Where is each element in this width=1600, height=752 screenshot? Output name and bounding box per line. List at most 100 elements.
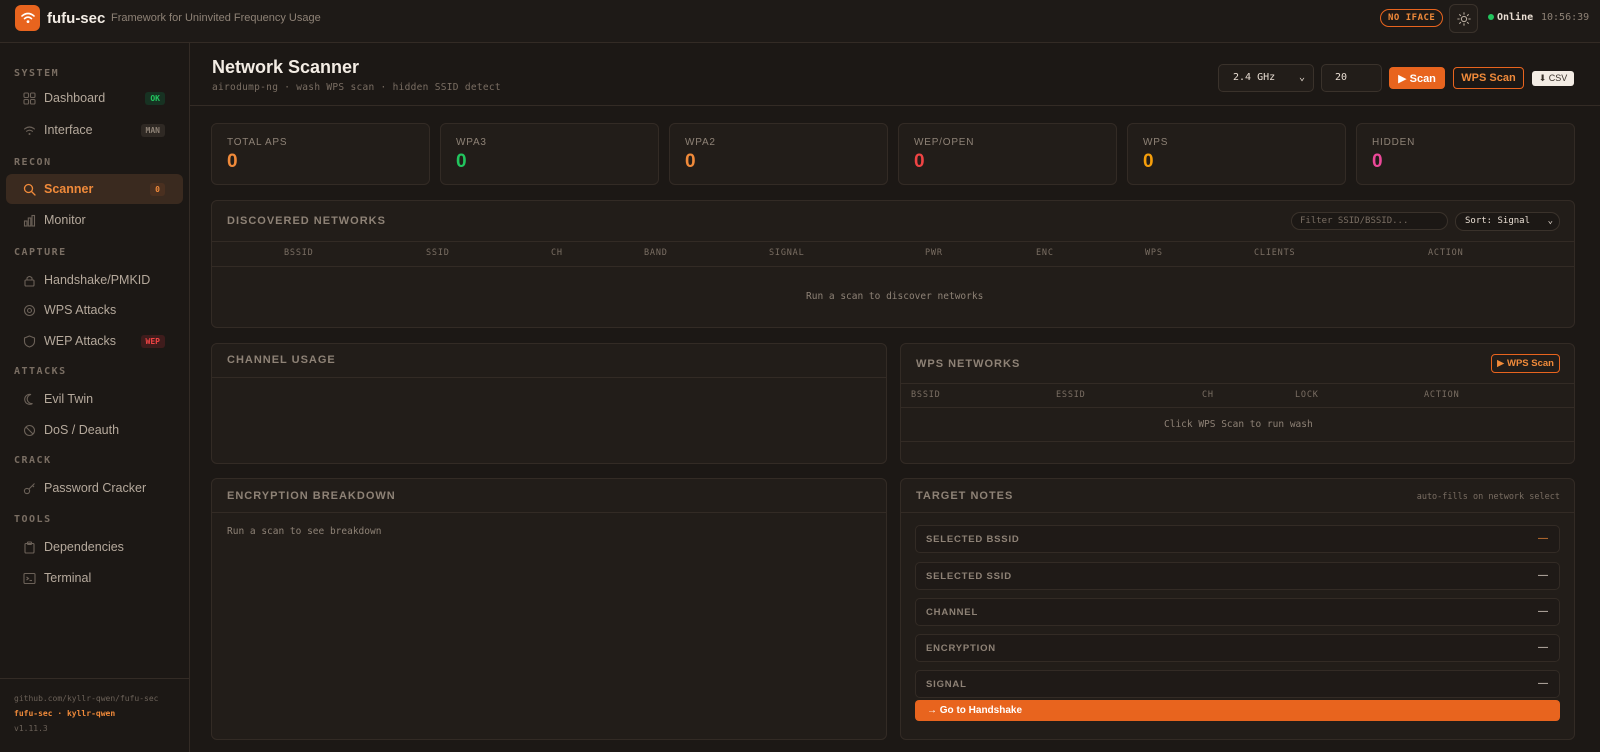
sidebar-item-monitor[interactable]: Monitor (6, 205, 183, 235)
stat-card-wpa3: WPA3 0 (440, 123, 659, 185)
column-header-signal[interactable]: SIGNAL (769, 248, 805, 258)
credit-text: fufu-sec · kyllr-qwen (14, 709, 116, 718)
note-value: — (1538, 533, 1548, 544)
sidebar-item-label: Interface (44, 123, 93, 137)
column-header-ch[interactable]: CH (551, 248, 563, 258)
sidebar-item-scanner[interactable]: Scanner 0 (6, 174, 183, 204)
sidebar-item-label: Terminal (44, 571, 92, 585)
moon-icon (22, 392, 36, 406)
note-label: ENCRYPTION (926, 643, 996, 654)
column-header-band[interactable]: BAND (644, 248, 668, 258)
stat-card-hidden: HIDDEN 0 (1356, 123, 1575, 185)
column-header-action: ACTION (1428, 248, 1464, 258)
section-label-attacks: ATTACKS (14, 366, 67, 377)
app-name: fufu-sec (47, 10, 106, 27)
panel-title: DISCOVERED NETWORKS (227, 215, 386, 227)
online-status-text: Online (1497, 12, 1534, 23)
sidebar: SYSTEM Dashboard OK Interface MAN RECON … (0, 43, 190, 752)
stat-value: 0 (227, 151, 238, 172)
column-header-pwr[interactable]: PWR (925, 248, 943, 258)
scan-duration-input[interactable]: 20 (1321, 64, 1382, 92)
go-to-handshake-button[interactable]: → Go to Handshake (915, 700, 1560, 721)
wps-scan-small-button[interactable]: ▶ WPS Scan (1491, 354, 1560, 373)
column-header-bssid[interactable]: BSSID (284, 248, 314, 258)
sidebar-item-handshake[interactable]: Handshake/PMKID (6, 265, 183, 295)
sidebar-item-interface[interactable]: Interface MAN (6, 115, 183, 145)
online-status-dot (1488, 14, 1494, 20)
shield-icon (22, 334, 36, 348)
ban-icon (22, 423, 36, 437)
column-header-clients[interactable]: CLIENTS (1254, 248, 1295, 258)
sidebar-item-dos-deauth[interactable]: DoS / Deauth (6, 415, 183, 445)
scan-button[interactable]: ▶ Scan (1389, 67, 1445, 89)
section-label-recon: RECON (14, 157, 52, 168)
section-label-crack: CRACK (14, 455, 52, 466)
chevron-down-icon: ⌄ (1547, 216, 1553, 226)
column-header-ch[interactable]: CH (1202, 390, 1214, 400)
note-row-selected-ssid: SELECTED SSID — (915, 562, 1560, 590)
sun-icon (1456, 11, 1471, 26)
column-header-essid[interactable]: ESSID (1056, 390, 1086, 400)
sidebar-item-evil-twin[interactable]: Evil Twin (6, 384, 183, 414)
terminal-icon (22, 571, 36, 585)
sidebar-item-password-cracker[interactable]: Password Cracker (6, 473, 183, 503)
band-select[interactable]: 2.4 GHz ⌄ (1218, 64, 1314, 92)
sidebar-item-dependencies[interactable]: Dependencies (6, 532, 183, 562)
sidebar-item-wps-attacks[interactable]: WPS Attacks (6, 295, 183, 325)
column-header-bssid[interactable]: BSSID (911, 390, 941, 400)
note-value: — (1538, 678, 1548, 689)
export-csv-button[interactable]: ⬇ CSV (1532, 71, 1574, 86)
stat-label: WPA3 (456, 137, 487, 148)
sidebar-item-wep-attacks[interactable]: WEP Attacks WEP (6, 326, 183, 356)
network-filter-input[interactable]: Filter SSID/BSSID... (1291, 212, 1448, 230)
section-label-system: SYSTEM (14, 68, 60, 79)
sidebar-item-terminal[interactable]: Terminal (6, 563, 183, 593)
grid-icon (22, 91, 36, 105)
version-text: v1.11.3 (14, 724, 48, 733)
sidebar-item-label: Dashboard (44, 91, 106, 105)
wep-badge: WEP (140, 335, 165, 348)
sort-select-value: Sort: Signal (1465, 216, 1531, 226)
wps-scan-button[interactable]: WPS Scan (1453, 67, 1524, 89)
note-label: SELECTED BSSID (926, 534, 1020, 545)
wifi-logo-icon (15, 5, 40, 31)
app-tagline: Framework for Uninvited Frequency Usage (111, 12, 321, 24)
discovered-networks-panel: DISCOVERED NETWORKS Filter SSID/BSSID...… (211, 200, 1575, 328)
theme-toggle-button[interactable] (1449, 4, 1478, 33)
key-icon (22, 481, 36, 495)
wps-networks-panel: WPS NETWORKS ▶ WPS Scan BSSID ESSID CH L… (900, 343, 1575, 464)
sidebar-item-label: DoS / Deauth (44, 423, 120, 437)
sidebar-item-label: Password Cracker (44, 481, 147, 495)
note-value: — (1538, 606, 1548, 617)
sidebar-item-label: Evil Twin (44, 392, 94, 406)
iface-status-badge[interactable]: NO IFACE (1380, 9, 1444, 27)
column-header-wps[interactable]: WPS (1145, 248, 1163, 258)
note-value: — (1538, 642, 1548, 653)
status-badge: OK (145, 92, 165, 105)
sort-select[interactable]: Sort: Signal ⌄ (1455, 212, 1560, 231)
page-subtitle: airodump-ng · wash WPS scan · hidden SSI… (212, 82, 501, 93)
page-title: Network Scanner (212, 57, 360, 77)
sidebar-item-label: Scanner (44, 182, 94, 196)
panel-title: ENCRYPTION BREAKDOWN (227, 490, 396, 502)
mode-badge: MAN (140, 124, 165, 137)
note-row-channel: CHANNEL — (915, 598, 1560, 626)
notes-hint: auto-fills on network select (1416, 492, 1560, 502)
sidebar-item-label: Dependencies (44, 540, 124, 554)
encryption-breakdown-panel: ENCRYPTION BREAKDOWN Run a scan to see b… (211, 478, 887, 740)
target-icon (22, 303, 36, 317)
bar-chart-icon (22, 213, 36, 227)
column-header-ssid[interactable]: SSID (426, 248, 450, 258)
column-header-enc[interactable]: ENC (1036, 248, 1054, 258)
column-header-action: ACTION (1424, 390, 1460, 400)
repo-link[interactable]: github.com/kyllr-qwen/fufu-sec (14, 694, 159, 703)
channel-usage-panel: CHANNEL USAGE (211, 343, 887, 464)
sidebar-item-dashboard[interactable]: Dashboard OK (6, 83, 183, 113)
panel-title: WPS NETWORKS (916, 358, 1021, 370)
stat-card-wps: WPS 0 (1127, 123, 1346, 185)
networks-empty-message: Run a scan to discover networks (806, 291, 984, 302)
count-badge: 0 (150, 183, 165, 196)
stat-card-wep-open: WEP/OPEN 0 (898, 123, 1117, 185)
column-header-lock[interactable]: LOCK (1295, 390, 1319, 400)
clock: 10:56:39 (1541, 12, 1590, 23)
